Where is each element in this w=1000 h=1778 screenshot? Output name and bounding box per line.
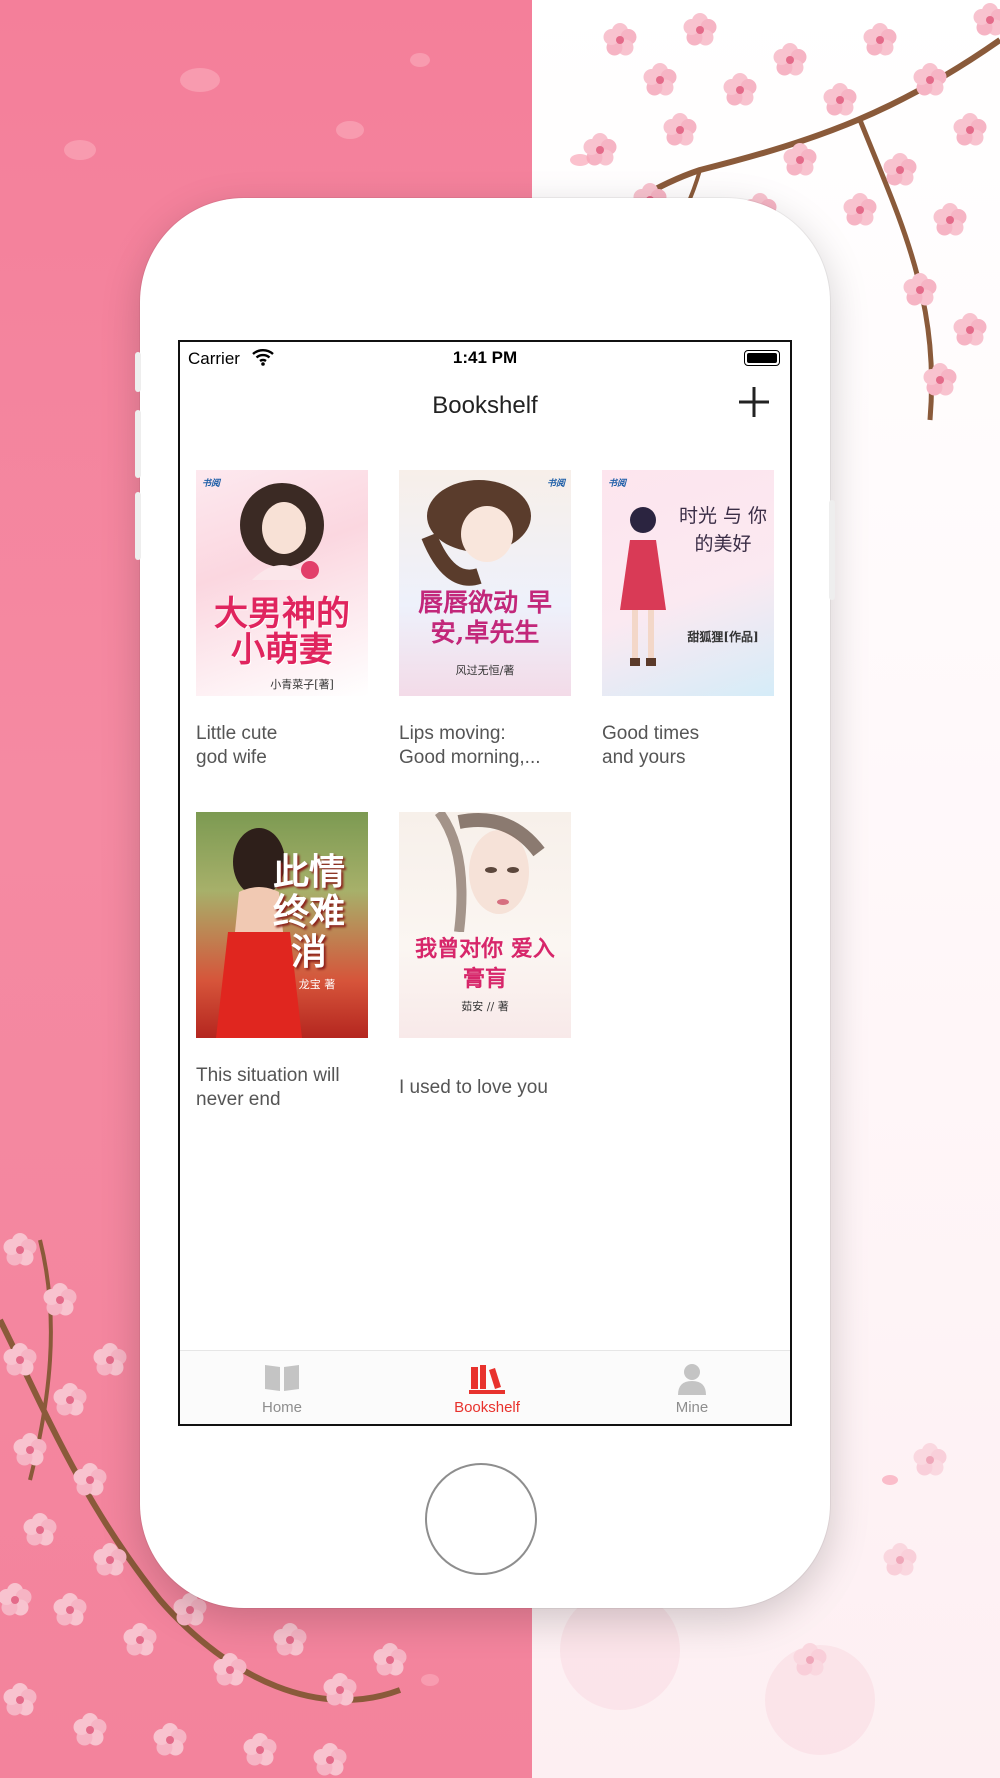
- cover-title: 我曾对你 爱入膏肓: [415, 936, 555, 992]
- book-cover: 书阅 时光 与 你的美好 甜狐狸[作品]: [602, 470, 774, 696]
- book-title: Lips moving: Good morning,...: [399, 723, 541, 768]
- person-icon: [678, 1364, 706, 1395]
- cover-title: 此情终难消: [272, 851, 345, 973]
- app-screen: Carrier 1:41 PM Bookshelf 书阅 大男神的小萌妻 小青菜…: [178, 340, 792, 1426]
- tab-mine[interactable]: Mine: [590, 1351, 790, 1424]
- cover-author: 龙宝 著: [298, 978, 336, 991]
- book-title: This situation will never end: [196, 1065, 340, 1110]
- cover-author: 小青菜子[著]: [270, 678, 334, 691]
- cover-title: 大男神的小萌妻: [214, 594, 350, 670]
- book-cover: 此情终难消 龙宝 著: [196, 812, 368, 1038]
- publisher-logo: 书阅: [608, 478, 627, 488]
- cover-illustration: [434, 812, 545, 932]
- page-title: Bookshelf: [432, 392, 538, 419]
- book-item[interactable]: 书阅 大男神的小萌妻 小青菜子[著] Little cute god wife: [196, 470, 368, 770]
- book-title: I used to love you: [399, 1077, 548, 1098]
- tab-bookshelf[interactable]: Bookshelf: [385, 1351, 589, 1424]
- tab-label: Home: [261, 1399, 302, 1416]
- cover-title: 时光 与 你的美好: [678, 505, 768, 555]
- book-item[interactable]: 我曾对你 爱入膏肓 茹安 // 著 I used to love you: [399, 812, 571, 1100]
- phone-power-button: [829, 500, 835, 600]
- cover-author: 甜狐狸[作品]: [687, 630, 759, 644]
- clock: 1:41 PM: [452, 348, 518, 367]
- publisher-logo: 书阅: [202, 478, 221, 488]
- book-item[interactable]: 书阅 时光 与 你的美好 甜狐狸[作品] Good times and your…: [602, 470, 774, 770]
- cover-illustration: [620, 507, 666, 666]
- book-open-icon: [265, 1365, 299, 1391]
- tab-home[interactable]: Home: [180, 1351, 384, 1424]
- cover-illustration: [421, 480, 531, 586]
- battery-icon: [744, 350, 780, 366]
- book-cover: 书阅 大男神的小萌妻 小青菜子[著]: [196, 470, 368, 696]
- tab-label: Bookshelf: [454, 1399, 520, 1416]
- book-title: Good times and yours: [602, 723, 700, 768]
- cover-title: 唇唇欲动 早安,卓先生: [418, 588, 552, 647]
- cover-author: 茹安 // 著: [461, 1000, 509, 1013]
- publisher-logo: 书阅: [546, 478, 565, 488]
- plus-icon[interactable]: [736, 384, 772, 420]
- tab-bar: Home Bookshelf Mine: [180, 1350, 790, 1424]
- tab-label: Mine: [675, 1399, 709, 1416]
- cover-author: 风过无恒/著: [455, 664, 515, 677]
- cover-illustration: [240, 483, 324, 580]
- book-item[interactable]: 书阅 唇唇欲动 早安,卓先生 风过无恒/著 Lips moving: Good …: [399, 470, 571, 770]
- book-cover: 书阅 唇唇欲动 早安,卓先生 风过无恒/著: [399, 470, 571, 696]
- phone-volume-up: [135, 410, 141, 478]
- phone-silent-switch: [135, 352, 141, 392]
- bookshelf-icon: [469, 1365, 505, 1394]
- book-item[interactable]: 此情终难消 龙宝 著 This situation will never end: [196, 812, 368, 1112]
- status-bar: Carrier 1:41 PM: [180, 342, 790, 372]
- book-title: Little cute god wife: [196, 723, 278, 768]
- book-cover: 我曾对你 爱入膏肓 茹安 // 著: [399, 812, 571, 1038]
- home-button[interactable]: [425, 1463, 537, 1575]
- phone-volume-down: [135, 492, 141, 560]
